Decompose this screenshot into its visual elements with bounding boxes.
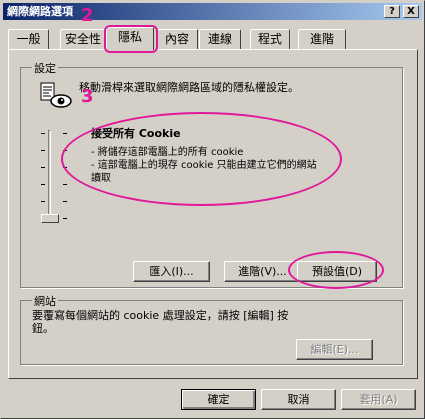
- help-button[interactable]: ?: [384, 5, 400, 18]
- import-button[interactable]: 匯入(I)...: [133, 261, 210, 282]
- annotation-number: 3: [81, 86, 94, 107]
- privacy-level-item: - 這部電腦上的現存 cookie 只能由建立它們的網站讀取: [91, 160, 317, 184]
- default-button[interactable]: 預設值(D): [297, 261, 377, 282]
- privacy-level-item: - 將儲存這部電腦上的所有 cookie: [91, 147, 244, 158]
- internet-options-dialog: 網際網路選項 ? X 一般 安全性 隱私 內容 連線 程式 進階 設定 移動滑桿…: [0, 0, 425, 419]
- settings-description: 移動滑桿來選取網際網路區域的隱私權設定。: [79, 81, 299, 94]
- annotation-number: 2: [81, 5, 94, 26]
- privacy-slider[interactable]: [35, 130, 67, 230]
- tab-security[interactable]: 安全性: [60, 29, 106, 49]
- settings-group-label: 設定: [32, 60, 58, 76]
- title-bar[interactable]: 網際網路選項 ? X: [3, 3, 422, 20]
- websites-group-label: 網站: [32, 293, 58, 309]
- advanced-button[interactable]: 進階(V)...: [224, 261, 301, 282]
- tab-general[interactable]: 一般: [8, 29, 49, 49]
- tab-connections[interactable]: 連線: [199, 29, 241, 49]
- tab-privacy[interactable]: 隱私: [106, 27, 154, 50]
- privacy-level-title: 接受所有 Cookie: [91, 127, 181, 140]
- websites-description: 要覆寫每個網站的 cookie 處理設定，請按 [編輯] 按鈕。: [32, 309, 289, 335]
- slider-thumb[interactable]: [41, 214, 59, 223]
- tab-content[interactable]: 內容: [156, 29, 198, 49]
- tab-advanced[interactable]: 進階: [298, 29, 346, 49]
- privacy-icon: [39, 82, 73, 110]
- close-button[interactable]: X: [403, 5, 419, 18]
- privacy-panel: 設定 移動滑桿來選取網際網路區域的隱私權設定。 接受所有 Cookie - 將儲…: [8, 49, 418, 379]
- ok-button[interactable]: 確定: [181, 389, 256, 410]
- edit-button[interactable]: 編輯(E)...: [296, 339, 373, 360]
- apply-button[interactable]: 套用(A): [341, 389, 416, 410]
- cancel-button[interactable]: 取消: [261, 389, 336, 410]
- window-title: 網際網路選項: [7, 5, 73, 18]
- tab-programs[interactable]: 程式: [250, 29, 290, 49]
